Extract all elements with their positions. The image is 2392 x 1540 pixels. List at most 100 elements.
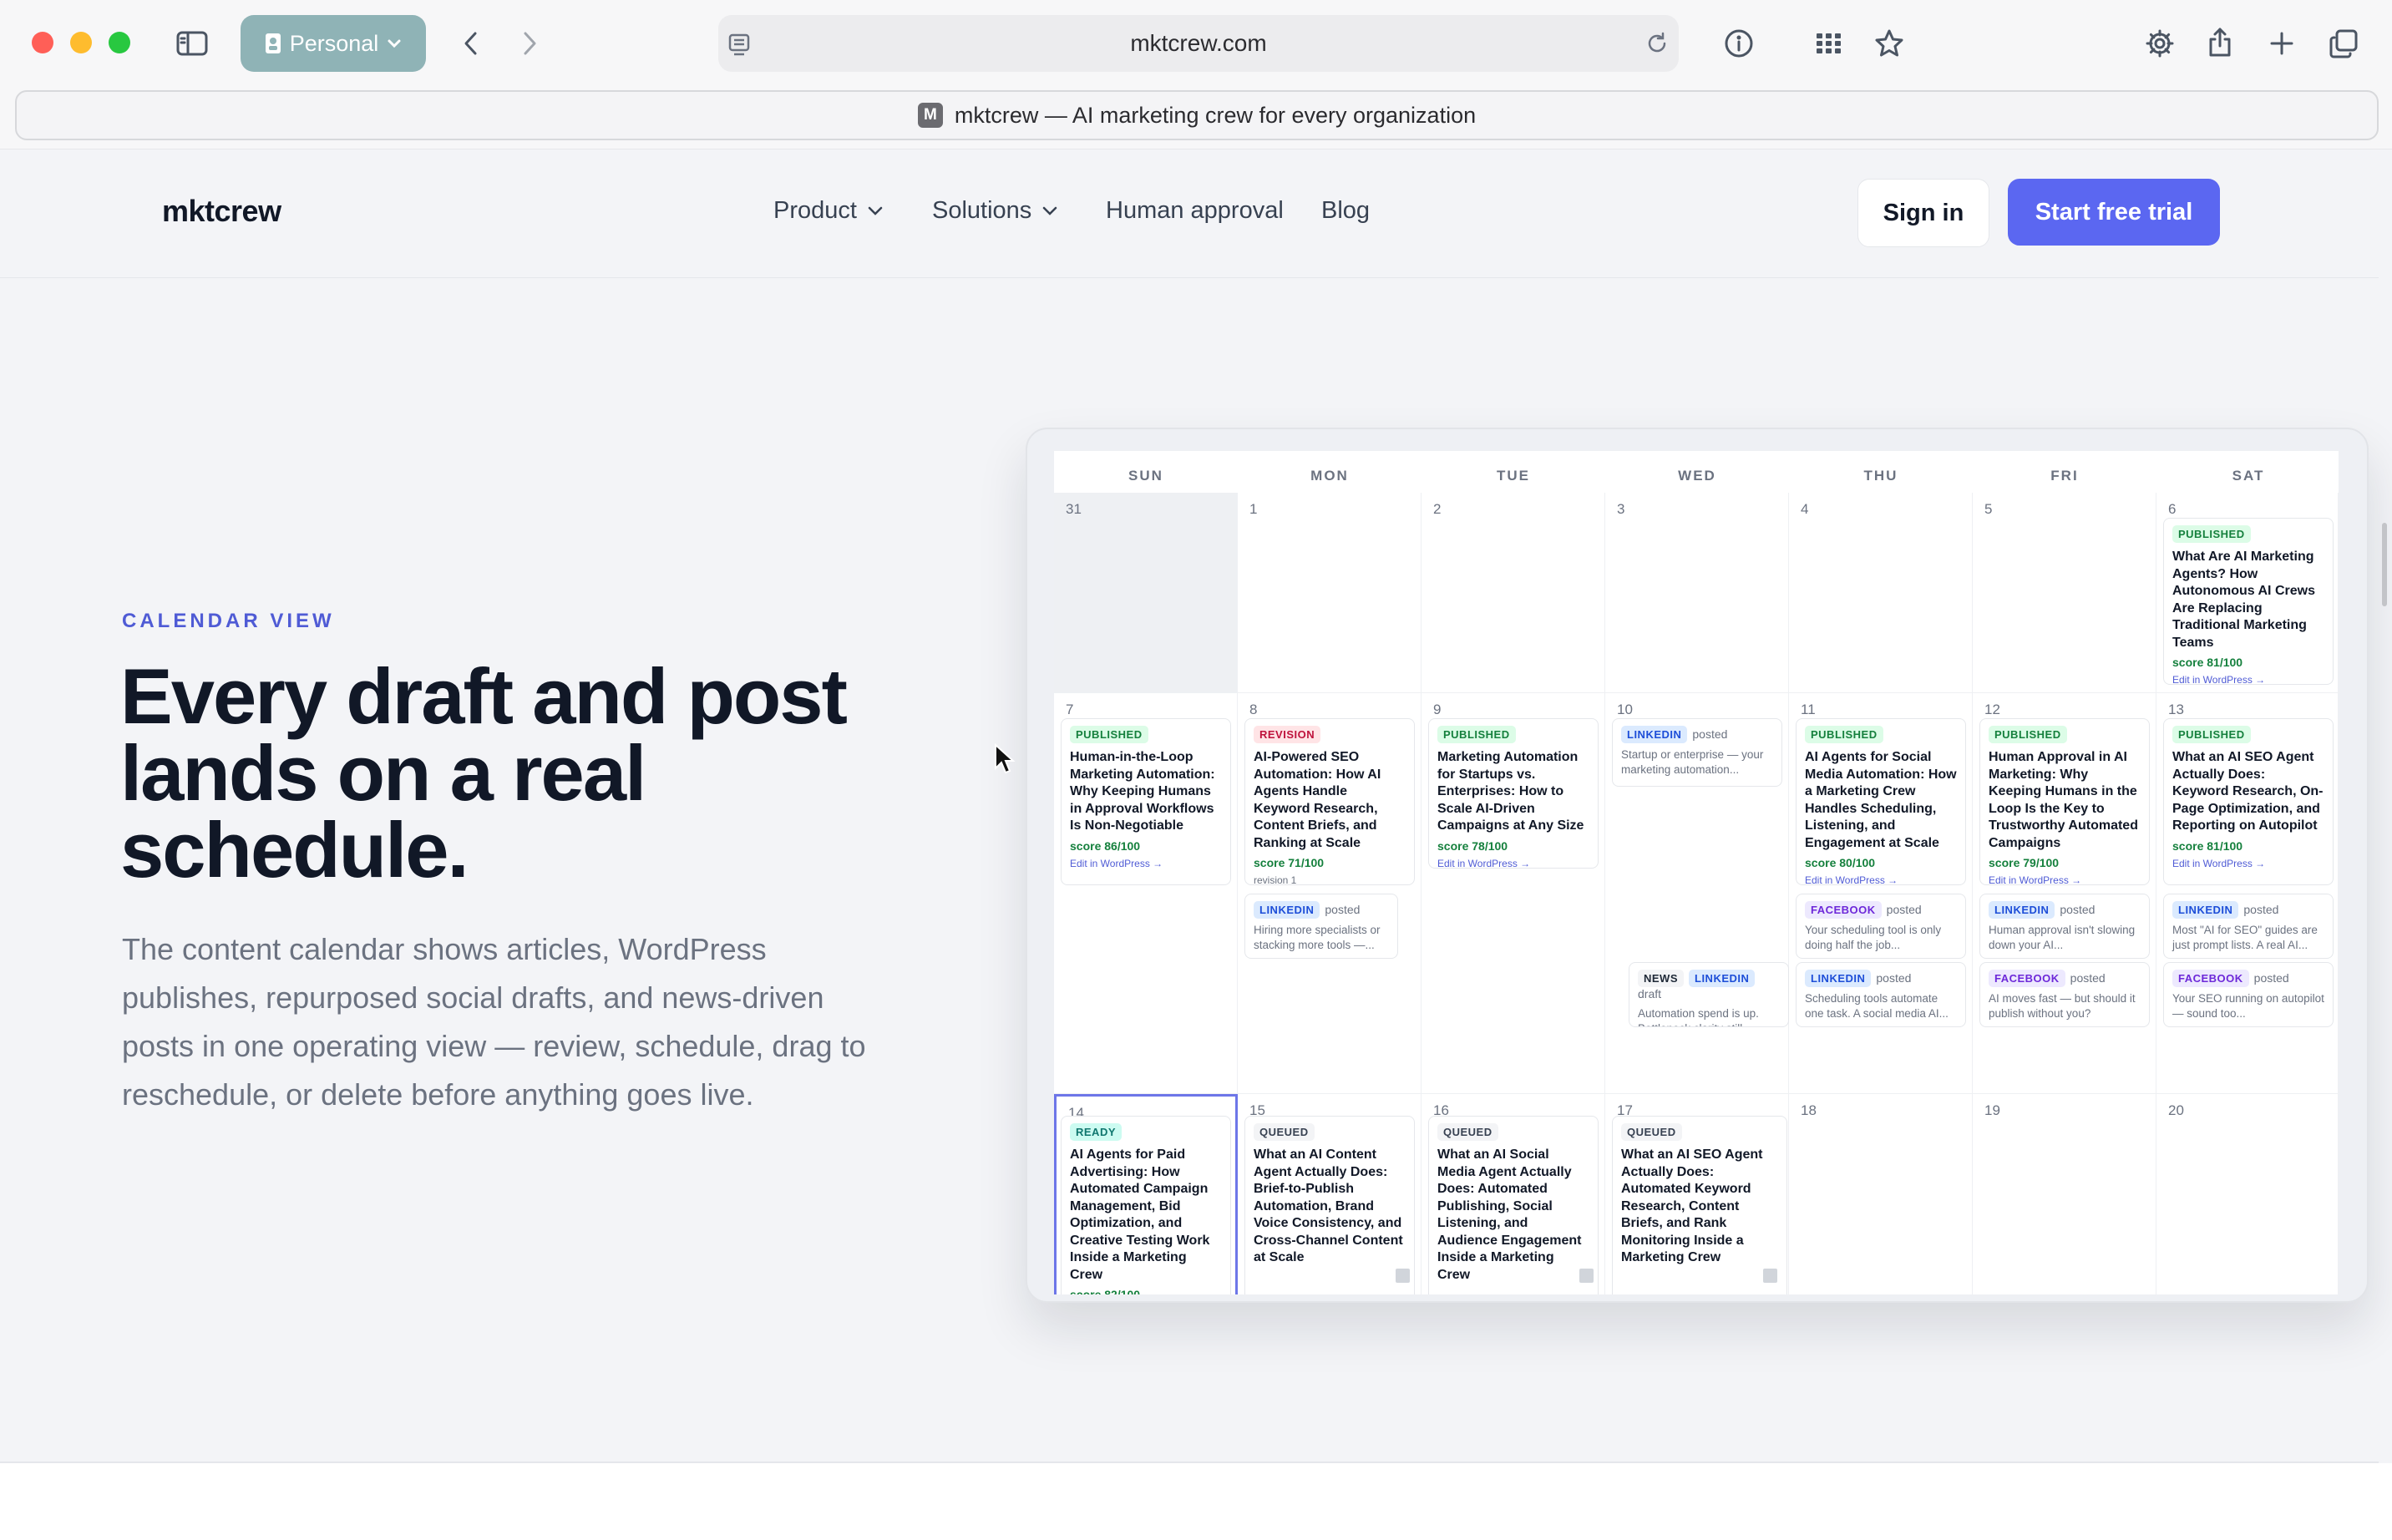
channel-badge: LINKEDIN <box>1621 726 1688 743</box>
nav-blog[interactable]: Blog <box>1321 197 1370 225</box>
article-card[interactable]: PUBLISHED What Are AI Marketing Agents? … <box>2163 518 2334 685</box>
status-badge: PUBLISHED <box>2172 726 2251 743</box>
address-bar[interactable]: mktcrew.com <box>718 15 1679 72</box>
tab-overview-icon[interactable] <box>2325 25 2362 62</box>
day-cell[interactable]: 19 <box>1973 1094 2156 1294</box>
chevron-down-icon <box>1043 206 1057 215</box>
day-number: 8 <box>1249 702 1258 717</box>
sidebar-toggle-icon[interactable] <box>172 25 212 62</box>
page-menu-icon[interactable] <box>727 32 752 57</box>
reload-icon[interactable] <box>1644 30 1670 57</box>
day-number: 5 <box>1984 501 1993 517</box>
edit-in-wordpress-link[interactable]: Edit in WordPress → <box>1437 858 1589 869</box>
day-cell[interactable]: 18 <box>1789 1094 1973 1294</box>
maximize-window-button[interactable] <box>109 32 130 53</box>
social-post-card[interactable]: FACEBOOK posted Your SEO running on autop… <box>2163 962 2334 1027</box>
social-post-card[interactable]: FACEBOOK posted Your scheduling tool is o… <box>1796 894 1966 959</box>
day-number: 13 <box>2168 702 2184 717</box>
status-badge: PUBLISHED <box>1805 726 1883 743</box>
day-cell[interactable]: 2 <box>1422 493 1605 693</box>
calendar-grid: SUN MON TUE WED THU FRI SAT 31 1 2 3 4 5… <box>1054 451 2339 1294</box>
day-header-sat: SAT <box>2232 468 2265 484</box>
day-cell[interactable]: 5 <box>1973 493 2156 693</box>
revision-label: revision 1 <box>1254 874 1297 885</box>
social-post-card[interactable]: LINKEDIN posted Hiring more specialists o… <box>1244 894 1398 959</box>
article-score: score 71/100 <box>1254 856 1325 869</box>
day-number: 7 <box>1066 702 1074 717</box>
minimize-window-button[interactable] <box>70 32 92 53</box>
forward-icon[interactable] <box>509 25 550 62</box>
edit-in-wordpress-link[interactable]: Edit in WordPress → <box>1989 874 2141 884</box>
chevron-down-icon <box>868 206 883 215</box>
day-cell[interactable]: 3 <box>1605 493 1789 693</box>
status-badge: PUBLISHED <box>1070 726 1148 743</box>
nav-human-approval[interactable]: Human approval <box>1106 197 1284 225</box>
social-post-card[interactable]: LINKEDIN posted Startup or enterprise — y… <box>1612 718 1782 787</box>
article-card[interactable]: QUEUED What an AI SEO Agent Actually Doe… <box>1612 1116 1787 1294</box>
start-free-trial-button[interactable]: Start free trial <box>2008 179 2220 246</box>
post-snippet: Hiring more specialists or stacking more… <box>1254 924 1381 951</box>
channel-badge: FACEBOOK <box>1805 901 1882 919</box>
tab-title: mktcrew — AI marketing crew for every or… <box>954 102 1477 128</box>
nav-product[interactable]: Product <box>773 197 884 225</box>
article-title: AI-Powered SEO Automation: How AI Agents… <box>1254 750 1381 850</box>
article-card[interactable]: QUEUED What an AI Social Media Agent Act… <box>1428 1116 1599 1294</box>
article-score: score 79/100 <box>1989 856 2060 869</box>
status-badge: PUBLISHED <box>1989 726 2067 743</box>
select-checkbox[interactable] <box>1396 1269 1410 1283</box>
article-card[interactable]: QUEUED What an AI Content Agent Actually… <box>1244 1116 1415 1294</box>
social-post-card[interactable]: LINKEDIN posted Scheduling tools automate… <box>1796 962 1966 1027</box>
new-tab-plus-icon[interactable] <box>2263 25 2300 62</box>
article-card[interactable]: PUBLISHED AI Agents for Social Media Aut… <box>1796 718 1966 885</box>
day-number: 11 <box>1801 702 1816 717</box>
article-card[interactable]: PUBLISHED What an AI SEO Agent Actually … <box>2163 718 2334 885</box>
edit-in-wordpress-link[interactable]: Edit in WordPress → <box>1805 874 1957 884</box>
edit-in-wordpress-link[interactable]: Edit in WordPress → <box>2172 674 2324 684</box>
post-status: posted <box>2070 971 2106 985</box>
day-number: 10 <box>1617 702 1633 717</box>
close-window-button[interactable] <box>32 32 53 53</box>
info-icon[interactable] <box>1721 25 1757 62</box>
back-icon[interactable] <box>451 25 491 62</box>
day-cell[interactable]: 4 <box>1789 493 1973 693</box>
article-title: What an AI Content Agent Actually Does: … <box>1254 1147 1403 1264</box>
social-post-card[interactable]: LINKEDIN posted Most "AI for SEO" guides … <box>2163 894 2334 959</box>
day-number: 1 <box>1249 501 1258 517</box>
nav-solutions[interactable]: Solutions <box>932 197 1058 225</box>
scrollbar-thumb[interactable] <box>2382 523 2387 606</box>
edit-in-wordpress-link[interactable]: Edit in WordPress → <box>1070 858 1222 869</box>
article-card[interactable]: PUBLISHED Human-in-the-Loop Marketing Au… <box>1061 718 1231 885</box>
post-status: posted <box>1886 903 1922 916</box>
post-snippet: AI moves fast — but should it publish wi… <box>1989 992 2136 1020</box>
status-badge: READY <box>1070 1123 1123 1141</box>
post-snippet: Human approval isn't slowing down your A… <box>1989 924 2136 951</box>
profile-button[interactable]: Personal <box>241 15 426 72</box>
active-tab[interactable]: M mktcrew — AI marketing crew for every … <box>15 90 2379 140</box>
day-header-mon: MON <box>1310 468 1349 484</box>
status-badge: QUEUED <box>1621 1123 1682 1141</box>
edit-in-wordpress-link[interactable]: Edit in WordPress → <box>2172 858 2324 869</box>
article-card[interactable]: REVISION AI-Powered SEO Automation: How … <box>1244 718 1415 885</box>
article-card[interactable]: PUBLISHED Human Approval in AI Marketing… <box>1979 718 2150 885</box>
social-post-card[interactable]: LINKEDIN posted Human approval isn't slow… <box>1979 894 2150 959</box>
share-icon[interactable] <box>2202 23 2238 60</box>
select-checkbox[interactable] <box>1763 1269 1777 1283</box>
apps-grid-icon[interactable] <box>1811 25 1847 62</box>
social-post-card[interactable]: FACEBOOK posted AI moves fast — but shoul… <box>1979 962 2150 1027</box>
sign-in-button[interactable]: Sign in <box>1857 179 1989 247</box>
section-eyebrow: CALENDAR VIEW <box>122 610 335 632</box>
day-cell[interactable]: 1 <box>1238 493 1422 693</box>
day-cell[interactable]: 20 <box>2156 1094 2339 1294</box>
channel-badge: LINKEDIN <box>1689 970 1756 987</box>
social-post-card[interactable]: NEWS LINKEDIN draft Automation spend is up… <box>1629 962 1789 1027</box>
article-score: score 78/100 <box>1437 838 1508 853</box>
post-snippet: Most "AI for SEO" guides are just prompt… <box>2172 924 2318 951</box>
article-card[interactable]: READY AI Agents for Paid Advertising: Ho… <box>1061 1116 1231 1294</box>
site-logo[interactable]: mktcrew <box>162 194 281 229</box>
day-cell[interactable]: 31 <box>1054 493 1238 693</box>
nav-solutions-label: Solutions <box>932 197 1032 224</box>
article-card[interactable]: PUBLISHED Marketing Automation for Start… <box>1428 718 1599 869</box>
bookmark-star-icon[interactable] <box>1871 25 1908 62</box>
settings-gear-icon[interactable] <box>2141 25 2178 62</box>
select-checkbox[interactable] <box>1579 1269 1594 1283</box>
